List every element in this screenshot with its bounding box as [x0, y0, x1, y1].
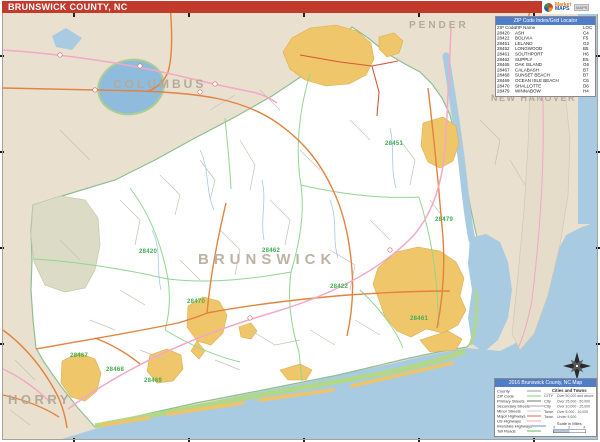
logo-text: Market MAPS	[555, 3, 571, 11]
legend: 2016 Brunswick County, NC Map CountyZIP …	[494, 378, 597, 437]
zip-code-index: ZIP Code Index/Grid Locator ZIP CodeZIP …	[495, 16, 596, 97]
legend-swatch	[530, 406, 544, 407]
zip-table-title-bar: ZIP Code Index/Grid Locator	[496, 17, 595, 25]
legend-city-row: TownUnder 5,000	[544, 415, 595, 420]
logo-pinwheel-icon	[544, 3, 553, 12]
legend-swatch	[527, 416, 541, 417]
legend-title: 2016 Brunswick County, NC Map	[495, 379, 596, 387]
scale-bar-graphic	[553, 429, 586, 433]
map-page: BRUNSWICK 284202842228451284622847028461…	[0, 0, 600, 442]
legend-title-bar: 2016 Brunswick County, NC Map	[495, 379, 596, 387]
zip-table-body: ZIP CodeZIP NameLOC 28420ASHC428422BOLIV…	[496, 25, 595, 96]
legend-swatch	[527, 391, 541, 392]
logo: Market MAPS MAPS	[542, 0, 598, 14]
logo-badge: MAPS	[574, 4, 589, 11]
zip-table-title: ZIP Code Index/Grid Locator	[496, 17, 595, 25]
legend-swatch	[527, 411, 541, 412]
zip-table-row: 28479WINNABOWH4	[496, 89, 595, 94]
legend-swatch	[527, 401, 541, 402]
legend-swatch	[527, 421, 541, 422]
swamp-area	[31, 196, 100, 292]
legend-road-items: CountyZIP CodePrimary StreetsSecondary S…	[495, 387, 543, 436]
page-title: BRUNSWICK COUNTY, NC	[8, 2, 128, 12]
legend-swatch	[527, 431, 541, 432]
scale-bar: Scale in Miles 024	[544, 421, 595, 433]
title-bar: BRUNSWICK COUNTY, NC	[2, 1, 543, 13]
legend-cities: Cities and Towns CITYOver 50,000 and abo…	[543, 387, 596, 436]
legend-swatch	[527, 396, 541, 397]
legend-body: CountyZIP CodePrimary StreetsSecondary S…	[495, 387, 596, 436]
legend-road-item: Toll Roads	[497, 429, 543, 434]
